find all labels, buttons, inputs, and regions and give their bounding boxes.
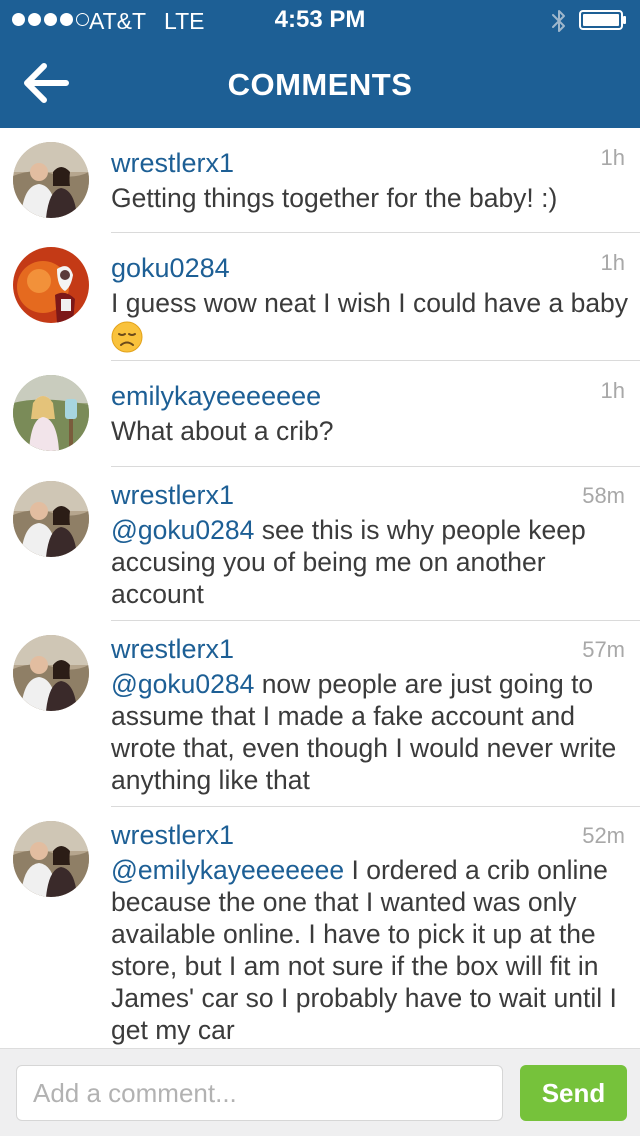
comment-timestamp: 1h: [600, 145, 625, 170]
comment-timestamp: 1h: [600, 378, 625, 403]
comment-username[interactable]: wrestlerx1: [111, 819, 234, 851]
comment-text-part: What about a crib?: [111, 416, 334, 446]
clock: 4:53 PM: [274, 6, 366, 33]
comment-text: I guess wow neat I wish I could have a b…: [111, 287, 631, 353]
nav-bar: COMMENTS: [0, 40, 640, 128]
comment-timestamp: 58m: [582, 483, 625, 508]
comment-item: wrestlerx1 52m @emilykayeeeeeee I ordere…: [0, 807, 640, 1048]
comment-item: wrestlerx1 58m @goku0284 see this is why…: [0, 467, 640, 621]
comment-input[interactable]: [16, 1065, 503, 1121]
comment-list[interactable]: wrestlerx1 1h Getting things together fo…: [0, 128, 640, 1048]
comment-text-part: Getting things together for the baby! :): [111, 183, 558, 213]
comment-username[interactable]: emilykayeeeeeee: [111, 380, 321, 412]
comment-text-part: I guess wow neat I wish I could have a b…: [111, 288, 629, 318]
status-bar: AT&T LTE 4:53 PM: [0, 0, 640, 40]
comment-timestamp: 57m: [582, 637, 625, 662]
comment-composer: Send: [0, 1048, 640, 1136]
comment-item: emilykayeeeeeee 1h What about a crib?: [0, 361, 640, 467]
comment-timestamp: 52m: [582, 823, 625, 848]
comment-item: wrestlerx1 57m @goku0284 now people are …: [0, 621, 640, 807]
avatar[interactable]: [13, 821, 89, 897]
mention-link[interactable]: @goku0284: [111, 515, 254, 545]
battery-icon: [579, 10, 626, 30]
comment-text: @goku0284 now people are just going to a…: [111, 668, 631, 796]
comment-text: What about a crib?: [111, 415, 631, 447]
avatar[interactable]: [13, 375, 89, 451]
header: AT&T LTE 4:53 PM COMMENTS: [0, 0, 640, 128]
page-title: COMMENTS: [227, 67, 413, 102]
comment-item: wrestlerx1 1h Getting things together fo…: [0, 128, 640, 233]
avatar[interactable]: [13, 481, 89, 557]
comment-timestamp: 1h: [600, 250, 625, 275]
comment-text: @goku0284 see this is why people keep ac…: [111, 514, 631, 610]
comment-username[interactable]: wrestlerx1: [111, 633, 234, 665]
mention-link[interactable]: @goku0284: [111, 669, 254, 699]
bluetooth-icon: [552, 10, 565, 32]
mention-link[interactable]: @emilykayeeeeeee: [111, 855, 344, 885]
avatar[interactable]: [13, 247, 89, 323]
comment-username[interactable]: wrestlerx1: [111, 147, 234, 179]
comment-text: @emilykayeeeeeee I ordered a crib online…: [111, 854, 631, 1046]
avatar[interactable]: [13, 142, 89, 218]
comment-text: Getting things together for the baby! :): [111, 182, 631, 214]
send-button[interactable]: Send: [520, 1065, 627, 1121]
avatar[interactable]: [13, 635, 89, 711]
comment-item: goku0284 1h I guess wow neat I wish I co…: [0, 233, 640, 361]
comment-username[interactable]: goku0284: [111, 252, 230, 284]
comment-username[interactable]: wrestlerx1: [111, 479, 234, 511]
disappointed-face-icon: [111, 321, 143, 353]
